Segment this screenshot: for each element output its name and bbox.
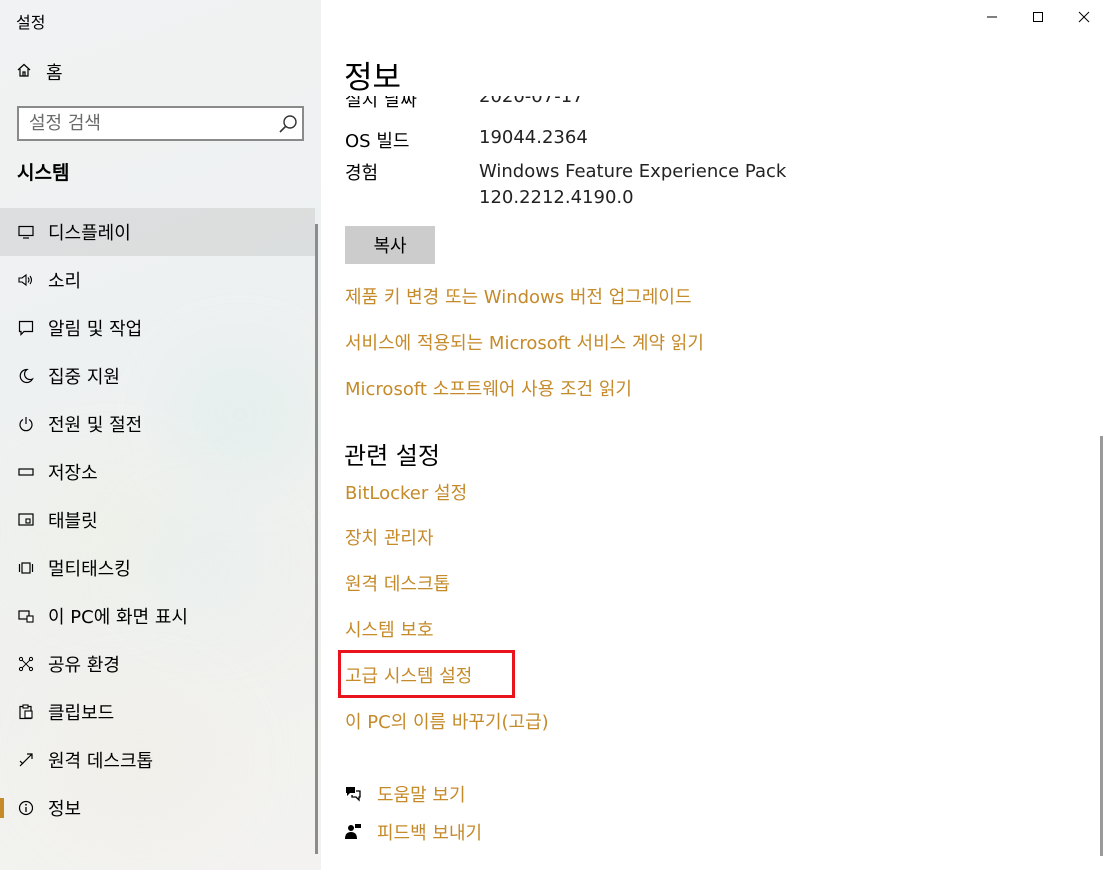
link-bitlocker-settings[interactable]: BitLocker 설정 <box>345 479 467 505</box>
related-settings-heading: 관련 설정 <box>344 442 440 470</box>
sidebar-item-label: 태블릿 <box>48 511 98 532</box>
selected-indicator <box>0 798 4 818</box>
minimize-icon <box>986 8 998 27</box>
sidebar-home[interactable]: 홈 <box>16 58 306 86</box>
sidebar-item-label: 공유 환경 <box>48 655 120 676</box>
window-controls <box>969 0 1107 34</box>
home-icon <box>16 62 38 82</box>
sidebar-section-heading: 시스템 <box>17 162 70 184</box>
sidebar-item-about[interactable]: 정보 <box>0 784 315 832</box>
page-title: 정보 <box>344 60 402 96</box>
main-content: 정보 설치 날짜 2020-07-17 OS 빌드 19044.2364 경험 … <box>321 0 1107 870</box>
get-help-link[interactable]: 도움말 보기 <box>343 781 466 807</box>
sidebar-item-power[interactable]: 전원 및 절전 <box>0 400 315 448</box>
search-box[interactable] <box>17 106 304 141</box>
sidebar-item-storage[interactable]: 저장소 <box>0 448 315 496</box>
highlight-box <box>338 650 515 698</box>
close-button[interactable] <box>1061 0 1107 34</box>
search-icon[interactable] <box>274 110 302 138</box>
sidebar-scrollbar[interactable] <box>315 224 318 854</box>
link-change-product-key[interactable]: 제품 키 변경 또는 Windows 버전 업그레이드 <box>345 283 692 309</box>
feedback-person-icon <box>343 823 363 841</box>
clipboard-icon <box>16 704 36 720</box>
sidebar-item-notifications[interactable]: 알림 및 작업 <box>0 304 315 352</box>
spec-label: 설치 날짜 <box>345 96 417 111</box>
sidebar-item-label: 저장소 <box>48 463 98 484</box>
sidebar-item-clipboard[interactable]: 클립보드 <box>0 688 315 736</box>
main-scrollbar[interactable] <box>1100 436 1103 856</box>
feedback-label: 피드백 보내기 <box>377 823 483 844</box>
sidebar-item-label: 알림 및 작업 <box>48 319 143 340</box>
project-icon <box>16 608 36 624</box>
minimize-button[interactable] <box>969 0 1015 34</box>
link-service-agreement[interactable]: 서비스에 적용되는 Microsoft 서비스 계약 읽기 <box>345 329 704 355</box>
remote-desktop-icon <box>16 752 36 768</box>
sidebar-item-label: 전원 및 절전 <box>48 415 143 436</box>
tablet-icon <box>16 512 36 528</box>
sidebar-item-remote-desktop[interactable]: 원격 데스크톱 <box>0 736 315 784</box>
storage-icon <box>16 467 36 477</box>
sidebar-item-label: 정보 <box>48 799 82 820</box>
spec-value: Windows Feature Experience Pack <box>479 161 787 182</box>
spec-label: OS 빌드 <box>345 131 410 152</box>
info-icon <box>16 800 36 816</box>
sidebar-item-tablet[interactable]: 태블릿 <box>0 496 315 544</box>
sidebar-item-project-to-pc[interactable]: 이 PC에 화면 표시 <box>0 592 315 640</box>
feedback-link[interactable]: 피드백 보내기 <box>343 819 482 845</box>
sidebar: 설정 홈 시스템 디스플레이 소리 알림 및 작업 집중 지원 <box>0 0 321 870</box>
maximize-button[interactable] <box>1015 0 1061 34</box>
sidebar-item-label: 이 PC에 화면 표시 <box>48 607 188 628</box>
spec-value: 19044.2364 <box>479 127 588 148</box>
link-remote-desktop[interactable]: 원격 데스크톱 <box>345 570 450 596</box>
link-system-protection[interactable]: 시스템 보호 <box>345 616 434 642</box>
search-input[interactable] <box>19 108 274 139</box>
notification-icon <box>16 320 36 336</box>
sidebar-item-label: 클립보드 <box>48 703 115 724</box>
link-device-manager[interactable]: 장치 관리자 <box>345 524 434 550</box>
copy-button[interactable]: 복사 <box>345 226 435 264</box>
sidebar-item-sound[interactable]: 소리 <box>0 256 315 304</box>
sidebar-nav: 디스플레이 소리 알림 및 작업 집중 지원 전원 및 절전 저장소 태블릿 멀… <box>0 208 315 832</box>
display-icon <box>16 225 36 239</box>
sidebar-item-label: 디스플레이 <box>48 223 131 244</box>
moon-icon <box>16 368 36 384</box>
spec-row-install-date: 설치 날짜 2020-07-17 <box>345 96 845 116</box>
sidebar-item-multitasking[interactable]: 멀티태스킹 <box>0 544 315 592</box>
close-icon <box>1078 8 1090 27</box>
power-icon <box>16 416 36 432</box>
get-help-label: 도움말 보기 <box>377 785 466 806</box>
speaker-icon <box>16 273 36 287</box>
maximize-icon <box>1032 8 1044 27</box>
spec-value: 120.2212.4190.0 <box>479 187 634 208</box>
window-title: 설정 <box>16 13 46 32</box>
sidebar-item-focus-assist[interactable]: 집중 지원 <box>0 352 315 400</box>
spec-label: 경험 <box>345 163 379 184</box>
sidebar-home-label: 홈 <box>46 63 63 84</box>
sidebar-item-label: 멀티태스킹 <box>48 559 131 580</box>
shared-experience-icon <box>16 656 36 672</box>
help-chat-icon <box>343 785 363 803</box>
sidebar-item-display[interactable]: 디스플레이 <box>0 208 315 256</box>
sidebar-item-label: 집중 지원 <box>48 367 120 388</box>
sidebar-item-label: 원격 데스크톱 <box>48 751 154 772</box>
spec-value: 2020-07-17 <box>479 96 584 107</box>
multitasking-icon <box>16 560 36 576</box>
sidebar-item-shared-experiences[interactable]: 공유 환경 <box>0 640 315 688</box>
sidebar-item-label: 소리 <box>48 271 82 292</box>
link-rename-pc-advanced[interactable]: 이 PC의 이름 바꾸기(고급) <box>345 708 549 734</box>
link-license-terms[interactable]: Microsoft 소프트웨어 사용 조건 읽기 <box>345 375 632 401</box>
